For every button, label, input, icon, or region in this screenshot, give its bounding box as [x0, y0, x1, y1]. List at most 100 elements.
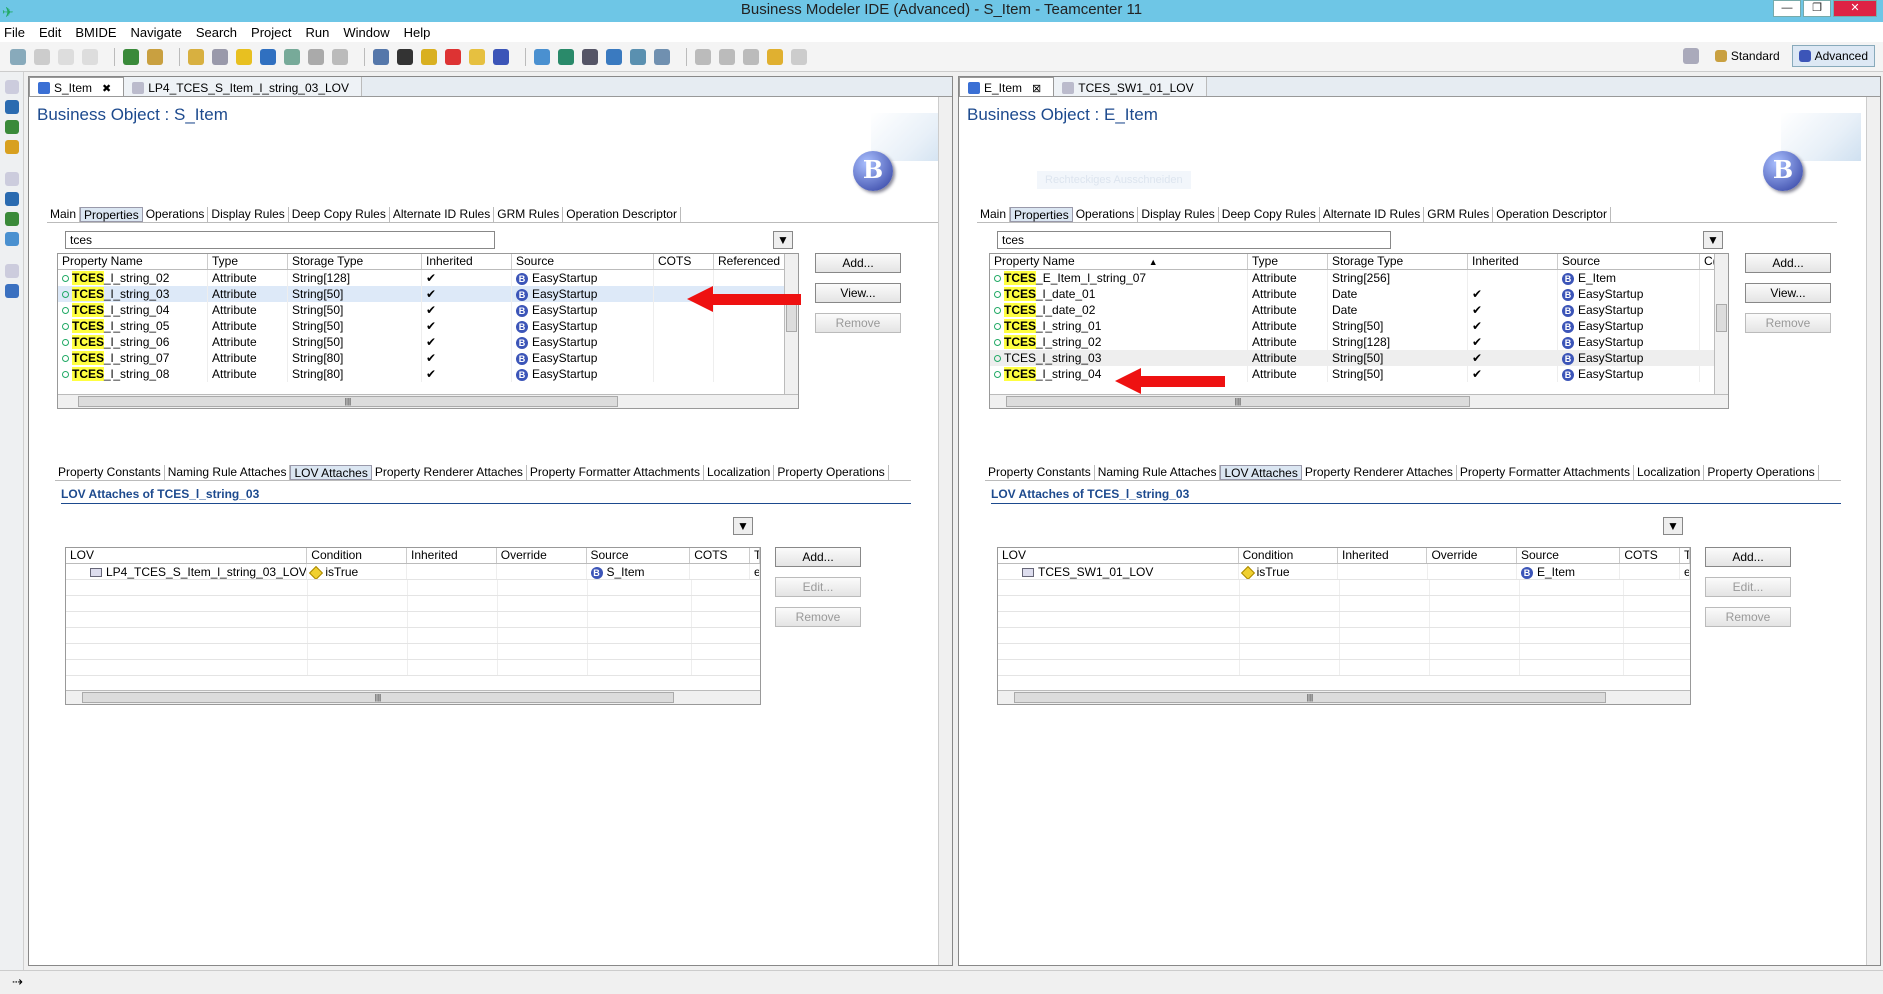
- col-cots[interactable]: COTS: [654, 254, 714, 269]
- hierarchy-view-icon[interactable]: [5, 232, 19, 246]
- col-type[interactable]: Type: [208, 254, 288, 269]
- export-icon[interactable]: [630, 48, 646, 65]
- table-row[interactable]: TCES_l_string_08 Attribute String[80] ✔ …: [58, 366, 798, 382]
- tab-properties[interactable]: Properties: [80, 207, 143, 222]
- compare-icon[interactable]: [284, 48, 300, 65]
- col-t[interactable]: T: [750, 548, 760, 563]
- open-perspective-icon[interactable]: [1682, 48, 1699, 64]
- col-override[interactable]: Override: [1427, 548, 1517, 563]
- table-row[interactable]: TCES_l_string_02 Attribute String[128] ✔…: [58, 270, 798, 286]
- minimize-button[interactable]: —: [1773, 0, 1801, 17]
- menu-project[interactable]: Project: [251, 25, 291, 40]
- tab-localization[interactable]: Localization: [1634, 465, 1705, 480]
- close-tab-icon[interactable]: ✖: [102, 82, 111, 95]
- tab-main[interactable]: Main: [47, 207, 81, 222]
- table-row[interactable]: TCES_l_string_02 Attribute String[128] ✔…: [990, 334, 1728, 350]
- col-override[interactable]: Override: [497, 548, 587, 563]
- at-icon[interactable]: [445, 48, 461, 65]
- tab-localization[interactable]: Localization: [704, 465, 775, 480]
- col-cots[interactable]: COTS: [690, 548, 751, 563]
- tab-alternate-id-rules[interactable]: Alternate ID Rules: [1320, 207, 1425, 222]
- tab-main[interactable]: Main: [977, 207, 1011, 222]
- hierarchy-icon[interactable]: [534, 48, 550, 65]
- add-property-button[interactable]: Add...: [1745, 253, 1831, 273]
- lov-table-row[interactable]: TCES_SW1_01_LOV isTrue BE_Item e: [998, 564, 1690, 580]
- next-annotation-icon[interactable]: [695, 48, 711, 65]
- table-vertical-scrollbar[interactable]: [1714, 254, 1728, 394]
- table-row[interactable]: TCES_l_string_07 Attribute String[80] ✔ …: [58, 350, 798, 366]
- tab-display-rules[interactable]: Display Rules: [208, 207, 289, 222]
- tab-operations[interactable]: Operations: [143, 207, 209, 222]
- menu-bmide[interactable]: BMIDE: [75, 25, 116, 40]
- tab-property-formatter-attachments[interactable]: Property Formatter Attachments: [527, 465, 704, 480]
- menu-edit[interactable]: Edit: [39, 25, 61, 40]
- folder-icon[interactable]: [236, 48, 252, 65]
- scroll-thumb[interactable]: |||: [82, 692, 674, 703]
- last-edit-icon[interactable]: [743, 48, 759, 65]
- save-icon[interactable]: [34, 48, 50, 65]
- tab-naming-rule-attaches[interactable]: Naming Rule Attaches: [165, 465, 291, 480]
- outline-icon[interactable]: [5, 212, 19, 226]
- col-cots[interactable]: COTS: [1620, 548, 1681, 563]
- col-inherited[interactable]: Inherited: [1338, 548, 1428, 563]
- scroll-thumb[interactable]: [1716, 304, 1727, 332]
- grid-icon[interactable]: [397, 48, 413, 65]
- tab-deep-copy-rules[interactable]: Deep Copy Rules: [1219, 207, 1320, 222]
- lov-filter-icon[interactable]: ▼: [733, 517, 753, 535]
- tab-property-operations[interactable]: Property Operations: [774, 465, 889, 480]
- view-property-button[interactable]: View...: [1745, 283, 1831, 303]
- table-row[interactable]: TCES_l_date_01 Attribute Date ✔ B EasySta…: [990, 286, 1728, 302]
- forward-icon[interactable]: [791, 48, 807, 65]
- col-source[interactable]: Source: [512, 254, 654, 269]
- col-source[interactable]: Source: [1558, 254, 1700, 269]
- list-icon[interactable]: [373, 48, 389, 65]
- editor-vertical-scrollbar[interactable]: [1866, 97, 1880, 965]
- tab-operations[interactable]: Operations: [1073, 207, 1139, 222]
- scroll-thumb[interactable]: |||: [1006, 396, 1470, 407]
- col-type[interactable]: Type: [1248, 254, 1328, 269]
- tab-property-renderer-attaches[interactable]: Property Renderer Attaches: [372, 465, 527, 480]
- close-button[interactable]: ✕: [1833, 0, 1877, 17]
- col-property-name[interactable]: Property Name: [58, 254, 208, 269]
- tab-property-constants[interactable]: Property Constants: [985, 465, 1095, 480]
- col-inherited[interactable]: Inherited: [422, 254, 512, 269]
- tab-property-operations[interactable]: Property Operations: [1704, 465, 1819, 480]
- bmide-icon[interactable]: [493, 48, 509, 65]
- project-explorer-icon[interactable]: [5, 100, 19, 114]
- wand-icon[interactable]: [147, 48, 163, 65]
- tab-property-renderer-attaches[interactable]: Property Renderer Attaches: [1302, 465, 1457, 480]
- tab-properties[interactable]: Properties: [1010, 207, 1073, 222]
- navigator-icon[interactable]: [5, 192, 19, 206]
- col-source[interactable]: Source: [587, 548, 691, 563]
- diamond-icon[interactable]: [421, 48, 437, 65]
- save-all-icon[interactable]: [58, 48, 74, 65]
- tab-operation-descriptor[interactable]: Operation Descriptor: [563, 207, 681, 222]
- tab-grm-rules[interactable]: GRM Rules: [1424, 207, 1494, 222]
- menu-search[interactable]: Search: [196, 25, 237, 40]
- business-objects-icon[interactable]: [5, 120, 19, 134]
- back-icon[interactable]: [767, 48, 783, 65]
- tab-lov-attaches[interactable]: LOV Attaches: [1220, 465, 1302, 480]
- table-row[interactable]: TCES_E_Item_l_string_07 Attribute String…: [990, 270, 1728, 286]
- open-folder-icon[interactable]: [469, 48, 485, 65]
- editor-tab-s-item[interactable]: S_Item ✖: [29, 77, 125, 96]
- print-icon[interactable]: [82, 48, 98, 65]
- tab-property-constants[interactable]: Property Constants: [55, 465, 165, 480]
- col-lov[interactable]: LOV: [998, 548, 1239, 563]
- col-t[interactable]: T: [1680, 548, 1690, 563]
- edit-lov-button[interactable]: Edit...: [1705, 577, 1791, 597]
- editor-tab-lov[interactable]: LP4_TCES_S_Item_l_string_03_LOV: [124, 77, 363, 96]
- perspective-standard[interactable]: Standard: [1709, 46, 1786, 66]
- refresh-icon[interactable]: [260, 48, 276, 65]
- table-horizontal-scrollbar[interactable]: |||: [990, 394, 1728, 408]
- col-condition[interactable]: Condition: [307, 548, 407, 563]
- menu-help[interactable]: Help: [404, 25, 431, 40]
- add-lov-button[interactable]: Add...: [1705, 547, 1791, 567]
- lov-horizontal-scrollbar[interactable]: |||: [66, 690, 760, 704]
- perspective-advanced[interactable]: Advanced: [1791, 45, 1875, 67]
- add-property-button[interactable]: Add...: [815, 253, 901, 273]
- table-row[interactable]: TCES_l_date_02 Attribute Date ✔ B EasySta…: [990, 302, 1728, 318]
- extensions-icon[interactable]: [5, 140, 19, 154]
- col-inherited[interactable]: Inherited: [407, 548, 497, 563]
- col-storage-type[interactable]: Storage Type: [1328, 254, 1468, 269]
